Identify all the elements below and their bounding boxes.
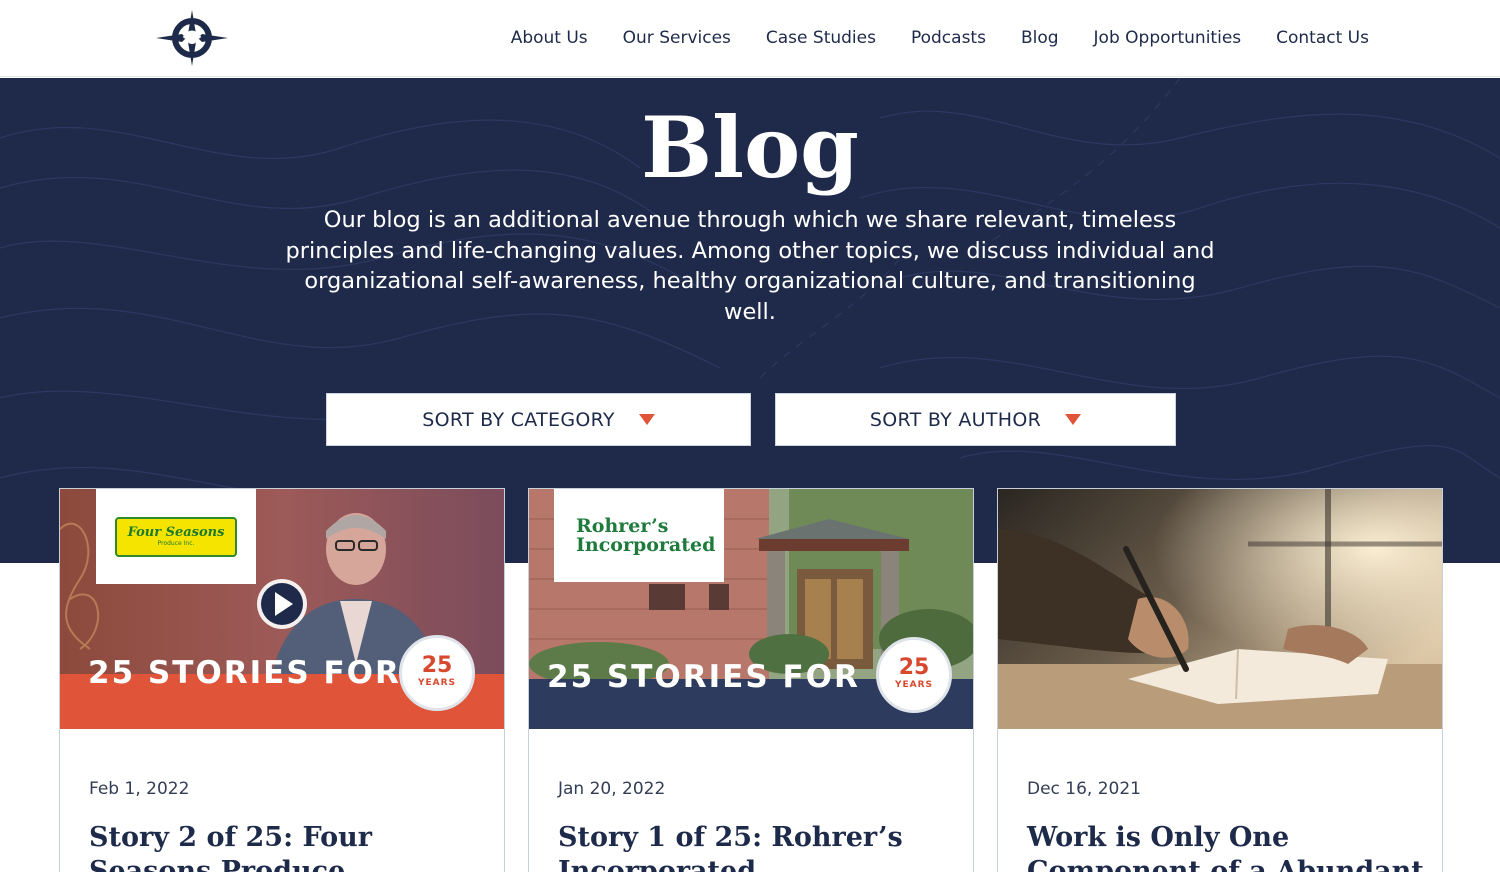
post-title[interactable]: Story 2 of 25: Four Seasons Produce	[89, 821, 489, 872]
stories-banner-text: 25 STORIES FOR	[547, 659, 860, 695]
page-title: Blog	[641, 98, 859, 197]
badge-number: 25	[898, 655, 930, 680]
25-years-badge: 25 YEARS	[399, 635, 475, 711]
sort-by-category-label: SORT BY CATEGORY	[422, 408, 615, 431]
badge-word: YEARS	[894, 680, 934, 690]
four-seasons-logo: Four Seasons Produce Inc.	[96, 489, 256, 584]
compass-logo-icon[interactable]	[154, 8, 230, 68]
main-nav: About Us Our Services Case Studies Podca…	[476, 26, 1369, 50]
card-thumbnail[interactable]	[998, 489, 1442, 729]
four-seasons-sub: Produce Inc.	[157, 539, 195, 547]
nav-case-studies[interactable]: Case Studies	[766, 26, 876, 50]
nav-podcasts[interactable]: Podcasts	[911, 26, 986, 50]
card-thumbnail[interactable]: Rohrer’s Incorporated 25 STORIES FOR 25 …	[529, 489, 973, 729]
post-date: Dec 16, 2021	[1027, 779, 1142, 799]
25-years-badge: 25 YEARS	[876, 637, 952, 713]
rohrers-brand-line2: Incorporated	[576, 533, 716, 556]
nav-blog[interactable]: Blog	[1021, 26, 1059, 50]
nav-our-services[interactable]: Our Services	[623, 26, 731, 50]
rohrers-logo: Rohrer’s Incorporated	[554, 489, 724, 582]
writing-notebook-image	[998, 489, 1442, 729]
stories-banner-text: 25 STORIES FOR	[88, 655, 401, 691]
post-date: Jan 20, 2022	[558, 779, 666, 799]
nav-contact-us[interactable]: Contact Us	[1276, 26, 1369, 50]
blog-card[interactable]: Rohrer’s Incorporated 25 STORIES FOR 25 …	[528, 488, 974, 872]
nav-about-us[interactable]: About Us	[511, 26, 588, 50]
post-title[interactable]: Story 1 of 25: Rohrer’s Incorporated	[558, 821, 958, 872]
blog-card[interactable]: Four Seasons Produce Inc. 25 STORIES FOR…	[59, 488, 505, 872]
play-icon[interactable]	[255, 577, 309, 631]
four-seasons-brand: Four Seasons	[127, 524, 225, 540]
rohrers-brand-line1: Rohrer’s	[576, 514, 669, 537]
sort-by-author-dropdown[interactable]: SORT BY AUTHOR	[775, 393, 1176, 446]
sort-by-author-label: SORT BY AUTHOR	[869, 408, 1042, 431]
badge-number: 25	[421, 653, 453, 678]
sort-by-category-dropdown[interactable]: SORT BY CATEGORY	[326, 393, 751, 446]
site-header: About Us Our Services Case Studies Podca…	[0, 0, 1500, 77]
post-date: Feb 1, 2022	[89, 779, 190, 799]
caret-down-icon	[1065, 414, 1082, 425]
blog-description: Our blog is an additional avenue through…	[285, 207, 1215, 325]
caret-down-icon	[638, 414, 655, 425]
card-thumbnail[interactable]: Four Seasons Produce Inc. 25 STORIES FOR…	[60, 489, 504, 729]
post-title[interactable]: Work is Only One Component of a Abundant	[1027, 821, 1427, 872]
nav-job-opportunities[interactable]: Job Opportunities	[1094, 26, 1242, 50]
badge-word: YEARS	[417, 678, 457, 688]
blog-card[interactable]: Dec 16, 2021 Work is Only One Component …	[997, 488, 1443, 872]
